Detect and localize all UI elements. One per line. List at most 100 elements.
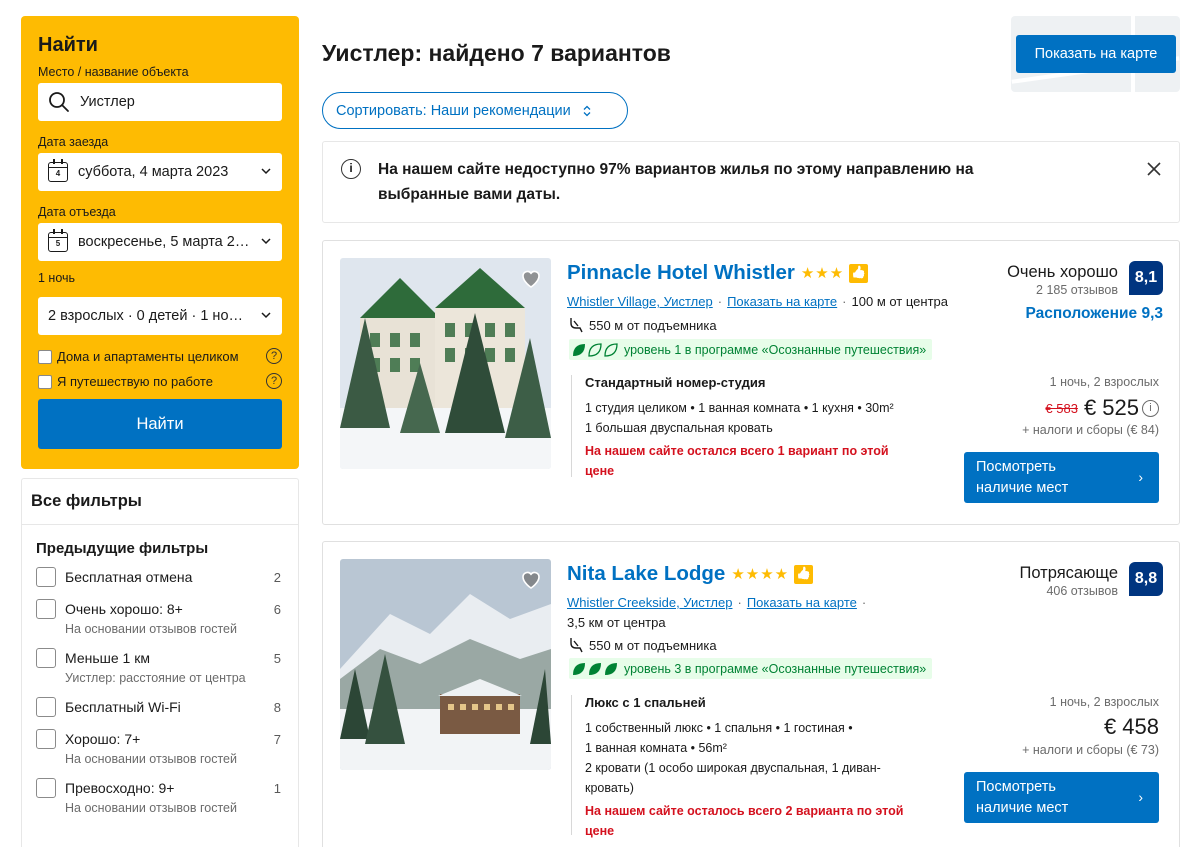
distance-text: 3,5 км от центра: [567, 615, 666, 630]
show-map-button[interactable]: Показать на карте: [1016, 35, 1176, 73]
filter-sublabel: На основании отзывов гостей: [65, 752, 237, 766]
leaf-icon: [573, 662, 585, 675]
filter-checkbox[interactable]: [36, 697, 56, 717]
check-availability-button[interactable]: Посмотреть наличие мест ›: [964, 772, 1159, 823]
heart-icon[interactable]: [519, 266, 543, 290]
score-badge: 8,1: [1129, 261, 1163, 295]
search-title: Найти: [38, 34, 98, 56]
filter-count: 8: [273, 700, 281, 715]
filter-superb[interactable]: Превосходно: 9+ На основании отзывов гос…: [22, 778, 298, 815]
current-price: € 458: [1103, 714, 1159, 739]
filter-count: 1: [273, 781, 281, 796]
room-details: Стандартный номер-студия 1 студия целико…: [571, 375, 915, 478]
guests-selector[interactable]: 2 взрослых · 0 детей · 1 но…: [38, 297, 282, 335]
lift-distance: 550 м от подъемника: [569, 637, 717, 653]
property-photo[interactable]: [340, 258, 551, 469]
checkin-date-field[interactable]: 4 суббота, 4 марта 2023: [38, 153, 282, 191]
info-icon[interactable]: i: [1142, 399, 1159, 417]
show-on-map-link[interactable]: Показать на карте: [747, 595, 857, 610]
sustainability-badge[interactable]: уровень 1 в программе «Осознанные путеше…: [569, 339, 933, 360]
filter-distance[interactable]: Меньше 1 км Уистлер: расстояние от центр…: [22, 648, 298, 685]
close-icon[interactable]: [1147, 162, 1161, 176]
filter-count: 2: [273, 570, 281, 585]
sort-updown-icon: [583, 105, 591, 116]
scarcity-message: На нашем сайте остался всего 1 вариант п…: [585, 444, 889, 478]
availability-notice: i На нашем сайте недоступно 97% варианто…: [322, 141, 1180, 223]
filter-checkbox[interactable]: [36, 778, 56, 798]
location-line: Whistler Village, Уистлер · Показать на ка…: [567, 294, 948, 309]
room-line: кровать): [585, 781, 634, 795]
filter-label: Бесплатный Wi-Fi: [65, 699, 181, 715]
property-name-link[interactable]: Nita Lake Lodge: [567, 562, 725, 586]
chevron-down-icon: [261, 312, 271, 319]
rating-word: Очень хорошо: [1007, 263, 1118, 281]
filter-sublabel: На основании отзывов гостей: [65, 622, 237, 636]
checkout-date-field[interactable]: 5 воскресенье, 5 марта 2…: [38, 223, 282, 261]
help-icon[interactable]: ?: [266, 348, 282, 364]
filter-free-wifi[interactable]: Бесплатный Wi-Fi 8: [22, 697, 298, 717]
property-card: Nita Lake Lodge ★★★★ Whistler Creekside,…: [322, 541, 1180, 847]
chevron-down-icon: [261, 168, 271, 175]
leaf-icon: [573, 343, 585, 356]
distance-text: 100 м от центра: [851, 294, 948, 309]
room-line: 1 ванная комната • 56m²: [585, 741, 727, 755]
filter-label: Бесплатная отмена: [65, 569, 193, 585]
property-name-link[interactable]: Pinnacle Hotel Whistler: [567, 261, 795, 285]
taxes-text: + налоги и сборы (€ 84): [1022, 423, 1159, 437]
area-link[interactable]: Whistler Creekside, Уистлер: [567, 595, 732, 610]
sort-dropdown[interactable]: Сортировать: Наши рекомендации: [322, 92, 628, 129]
property-name-row: Nita Lake Lodge ★★★★: [567, 562, 814, 586]
room-line: 1 собственный люкс • 1 спальня • 1 гости…: [585, 721, 853, 735]
filter-count: 5: [273, 651, 281, 666]
destination-input[interactable]: Уистлер: [38, 83, 282, 121]
price-row: € 583 € 525 i: [1045, 395, 1159, 421]
filter-checkbox[interactable]: [36, 567, 56, 587]
sustainability-badge[interactable]: уровень 3 в программе «Осознанные путеше…: [569, 658, 933, 679]
filter-checkbox[interactable]: [36, 729, 56, 749]
homes-checkbox-label: Дома и апартаменты целиком: [57, 349, 239, 364]
lift-distance: 550 м от подъемника: [569, 317, 717, 333]
calendar-icon: 4: [48, 159, 68, 182]
check-availability-button[interactable]: Посмотреть наличие мест ›: [964, 452, 1159, 503]
work-checkbox[interactable]: [38, 374, 52, 389]
star-rating-icon: ★★★★: [731, 566, 790, 583]
room-line: 1 студия целиком • 1 ванная комната • 1 …: [585, 401, 894, 415]
work-checkbox-row[interactable]: Я путешествую по работе ?: [38, 373, 282, 389]
destination-value: Уистлер: [80, 94, 135, 110]
property-card: Pinnacle Hotel Whistler ★★★ Whistler Vil…: [322, 240, 1180, 525]
leaf-icon: [605, 662, 617, 675]
room-title: Люкс с 1 спальней: [585, 695, 706, 710]
homes-checkbox[interactable]: [38, 349, 52, 364]
work-checkbox-label: Я путешествую по работе: [57, 374, 213, 389]
sort-label: Сортировать: Наши рекомендации: [336, 102, 571, 119]
rating-count: 406 отзывов: [1046, 584, 1118, 598]
homes-checkbox-row[interactable]: Дома и апартаменты целиком ?: [38, 348, 282, 364]
filter-free-cancellation[interactable]: Бесплатная отмена 2: [22, 567, 298, 587]
chevron-right-icon: ›: [1138, 789, 1143, 805]
help-icon[interactable]: ?: [266, 373, 282, 389]
filter-very-good[interactable]: Очень хорошо: 8+ На основании отзывов го…: [22, 599, 298, 636]
search-submit-button[interactable]: Найти: [38, 399, 282, 449]
filter-sublabel: На основании отзывов гостей: [65, 801, 237, 815]
thumbs-up-icon: [794, 564, 814, 584]
filter-sublabel: Уистлер: расстояние от центра: [65, 671, 246, 685]
property-photo[interactable]: [340, 559, 551, 770]
show-on-map-link[interactable]: Показать на карте: [727, 294, 837, 309]
filter-good[interactable]: Хорошо: 7+ На основании отзывов гостей 7: [22, 729, 298, 766]
filter-label: Очень хорошо: 8+: [65, 601, 183, 617]
results-title: Уистлер: найдено 7 вариантов: [322, 40, 671, 66]
filter-checkbox[interactable]: [36, 648, 56, 668]
calendar-icon: 5: [48, 229, 68, 252]
scarcity-message: На нашем сайте осталось всего 2 варианта…: [585, 804, 904, 838]
rating-count: 2 185 отзывов: [1036, 283, 1118, 297]
score-badge: 8,8: [1129, 562, 1163, 596]
filter-checkbox[interactable]: [36, 599, 56, 619]
checkout-value: воскресенье, 5 марта 2…: [78, 234, 250, 250]
area-link[interactable]: Whistler Village, Уистлер: [567, 294, 713, 309]
star-rating-icon: ★★★: [800, 265, 845, 282]
nights-count: 1 ночь: [38, 271, 76, 285]
filter-count: 6: [273, 602, 281, 617]
filter-label: Меньше 1 км: [65, 650, 150, 666]
heart-icon[interactable]: [519, 567, 543, 591]
leaf-outline-icon: [588, 342, 602, 357]
